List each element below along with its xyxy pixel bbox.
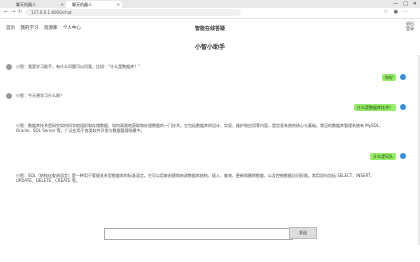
right-controls: 退出 登录	[400, 21, 414, 31]
message-text: 什么是SQL	[370, 153, 396, 160]
message-text: 什么是数据库技术？	[354, 104, 396, 111]
forward-icon[interactable]: →	[11, 9, 15, 15]
tab-strip: 聊天机器人 ✕ 聊天机器人 ✕ — □ ✕	[0, 0, 420, 8]
chat-message: 什么是SQL	[346, 153, 406, 160]
message-text: 小智：数据库技术是研究如何科学地组织和存储数据、如何高效地获取和处理数据的一门技…	[16, 123, 384, 133]
chat-input[interactable]	[104, 228, 293, 240]
browser-window: 聊天机器人 ✕ 聊天机器人 ✕ — □ ✕ ← → ↻ 127.0.0.1:80…	[0, 0, 420, 262]
tab[interactable]: 聊天机器人 ✕	[66, 1, 122, 8]
chat-message: 小智：今天想学习什么呢？	[6, 93, 246, 99]
tab-label: 聊天机器人	[16, 2, 36, 7]
menu-icon[interactable]: ⋯	[403, 9, 408, 15]
user-avatar-icon	[400, 104, 406, 110]
chat-title: 小智小助手	[194, 44, 225, 51]
message-text: 小智：SQL（结构化查询语言）是一种用于管理关系型数据库的标准语言。它可以用来创…	[16, 173, 375, 183]
login-link[interactable]: 登录	[400, 26, 414, 31]
bot-avatar-icon	[6, 64, 12, 70]
url-input[interactable]: 127.0.0.1:8000/chat	[25, 9, 241, 16]
extensions-icon[interactable]: ☆	[384, 9, 388, 15]
topbar: 首页 我的学习 资源库 个人中心 智能在线答疑 退出 登录	[0, 19, 420, 35]
chat-message: 小智：SQL（结构化查询语言）是一种用于管理关系型数据库的标准语言。它可以用来创…	[6, 173, 391, 183]
reload-icon[interactable]: ↻	[18, 9, 22, 15]
profile-icon[interactable]: ●	[394, 9, 398, 15]
user-avatar-icon	[400, 153, 406, 159]
bot-avatar-icon	[6, 123, 12, 129]
chat-message: 什么是数据库技术？	[296, 104, 406, 111]
chat-message: 小智：我是学习助手，有什么问题可以问我，比如：“什么是数据库？”	[6, 64, 246, 70]
bot-avatar-icon	[6, 173, 12, 179]
message-text: 你好	[382, 74, 396, 81]
chat-message: 你好	[346, 74, 406, 81]
maximize-icon[interactable]: □	[403, 0, 408, 8]
tab[interactable]: 聊天机器人 ✕	[10, 1, 66, 8]
tab-label: 聊天机器人	[72, 2, 92, 7]
back-icon[interactable]: ←	[4, 9, 8, 15]
bot-avatar-icon	[6, 93, 12, 99]
page-title: 智能在线答疑	[194, 26, 225, 32]
app: 首页 我的学习 资源库 个人中心 智能在线答疑 退出 登录 小智小助手 小智：我…	[0, 19, 420, 262]
address-bar: ← → ↻ 127.0.0.1:8000/chat ☆ ● ⋯	[0, 8, 420, 19]
minimize-icon[interactable]: —	[393, 0, 398, 8]
user-avatar-icon	[400, 74, 406, 80]
close-icon[interactable]: ✕	[117, 1, 120, 8]
send-button[interactable]: 发送	[289, 227, 317, 239]
close-icon[interactable]: ✕	[61, 1, 64, 8]
message-text: 小智：今天想学习什么呢？	[16, 93, 64, 98]
chat-message: 小智：数据库技术是研究如何科学地组织和存储数据、如何高效地获取和处理数据的一门技…	[6, 123, 391, 133]
message-text: 小智：我是学习助手，有什么问题可以问我，比如：“什么是数据库？”	[16, 64, 141, 69]
close-window-icon[interactable]: ✕	[413, 0, 417, 8]
